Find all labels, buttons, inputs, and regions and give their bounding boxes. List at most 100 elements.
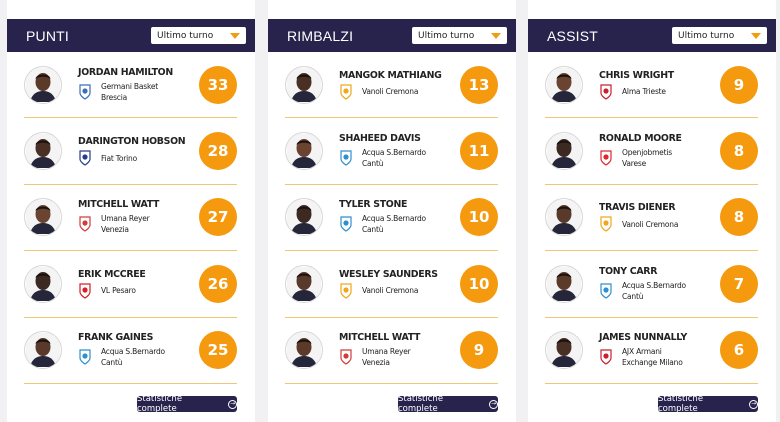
team-name: Umana Reyer Venezia bbox=[101, 214, 150, 235]
club: Alma Trieste bbox=[599, 84, 674, 100]
panel-rimbalzi: RIMBALZI Ultimo turno MANGOK MATHIANG Vanol… bbox=[268, 0, 516, 422]
player-name[interactable]: WESLEY SAUNDERS bbox=[339, 269, 438, 280]
full-stats-label: Statistiche complete bbox=[658, 394, 704, 414]
player-name[interactable]: RONALD MOORE bbox=[599, 133, 682, 144]
leaderboard-list: MANGOK MATHIANG Vanoli Cremona 13 SHAHEED D… bbox=[285, 52, 498, 384]
team-name: Alma Trieste bbox=[622, 87, 666, 97]
round-filter-select[interactable]: Ultimo turno bbox=[672, 27, 767, 44]
full-stats-button[interactable]: Statistiche complete → bbox=[398, 394, 498, 414]
avatar bbox=[285, 264, 323, 303]
list-item[interactable]: MITCHELL WATT Umana Reyer Venezia 9 bbox=[285, 318, 498, 384]
stat-value-badge: 26 bbox=[199, 264, 237, 303]
avatar bbox=[545, 65, 583, 104]
cremona-logo bbox=[599, 216, 613, 233]
player-info: DARINGTON HOBSON Fiat Torino bbox=[78, 136, 186, 166]
player-name[interactable]: CHRIS WRIGHT bbox=[599, 70, 674, 81]
full-stats-label: Statistiche complete bbox=[398, 394, 444, 414]
list-item[interactable]: DARINGTON HOBSON Fiat Torino 28 bbox=[24, 118, 237, 185]
avatar bbox=[285, 65, 323, 104]
player-info: TONY CARR Acqua S.Bernardo Cantù bbox=[599, 266, 686, 302]
club: Vanoli Cremona bbox=[339, 84, 442, 100]
player-name[interactable]: MANGOK MATHIANG bbox=[339, 70, 442, 81]
avatar bbox=[24, 132, 62, 171]
player-name[interactable]: JORDAN HAMILTON bbox=[78, 67, 173, 78]
avatar bbox=[545, 198, 583, 237]
venezia-logo bbox=[339, 349, 353, 365]
player-name[interactable]: TONY CARR bbox=[599, 266, 686, 277]
list-item[interactable]: WESLEY SAUNDERS Vanoli Cremona 10 bbox=[285, 251, 498, 318]
list-item[interactable]: TYLER STONE Acqua S.Bernardo Cantù 10 bbox=[285, 185, 498, 252]
player-info: JAMES NUNNALLY AJX Armani Exchange Milano bbox=[599, 332, 687, 368]
player-name[interactable]: DARINGTON HOBSON bbox=[78, 136, 186, 147]
team-name: Acqua S.Bernardo Cantù bbox=[101, 347, 165, 368]
list-item[interactable]: JAMES NUNNALLY AJX Armani Exchange Milano… bbox=[545, 318, 758, 384]
panel-header: RIMBALZI Ultimo turno bbox=[268, 19, 516, 52]
panel-title: PUNTI bbox=[26, 27, 69, 44]
list-item[interactable]: TRAVIS DIENER Vanoli Cremona 8 bbox=[545, 185, 758, 252]
round-filter-label: Ultimo turno bbox=[678, 30, 735, 41]
stat-value-badge: 25 bbox=[199, 331, 237, 370]
club: Fiat Torino bbox=[78, 150, 185, 166]
arrow-right-icon: → bbox=[749, 399, 758, 409]
stat-value-badge: 28 bbox=[199, 132, 237, 171]
stat-value-badge: 33 bbox=[199, 65, 237, 104]
list-item[interactable]: MANGOK MATHIANG Vanoli Cremona 13 bbox=[285, 52, 498, 119]
list-item[interactable]: JORDAN HAMILTON Germani Basket Brescia 33 bbox=[24, 52, 237, 119]
player-name[interactable]: SHAHEED DAVIS bbox=[339, 133, 426, 144]
stat-value-badge: 10 bbox=[460, 198, 498, 237]
club: Acqua S.Bernardo Cantù bbox=[339, 147, 426, 169]
varese-logo bbox=[599, 150, 613, 166]
player-info: ERIK MCCREE VL Pesaro bbox=[78, 269, 146, 299]
list-item[interactable]: FRANK GAINES Acqua S.Bernardo Cantù 25 bbox=[24, 318, 237, 384]
player-name[interactable]: MITCHELL WATT bbox=[339, 332, 420, 343]
panel-title: RIMBALZI bbox=[287, 27, 354, 44]
list-item[interactable]: ERIK MCCREE VL Pesaro 26 bbox=[24, 251, 237, 318]
team-name: Fiat Torino bbox=[101, 153, 137, 163]
full-stats-button[interactable]: Statistiche complete → bbox=[137, 394, 237, 414]
list-item[interactable]: MITCHELL WATT Umana Reyer Venezia 27 bbox=[24, 185, 237, 252]
list-item[interactable]: RONALD MOORE Openjobmetis Varese 8 bbox=[545, 118, 758, 185]
stat-value-badge: 9 bbox=[720, 65, 758, 104]
player-name[interactable]: TRAVIS DIENER bbox=[599, 202, 678, 213]
player-info: JORDAN HAMILTON Germani Basket Brescia bbox=[78, 67, 173, 103]
round-filter-select[interactable]: Ultimo turno bbox=[151, 27, 246, 44]
list-item[interactable]: CHRIS WRIGHT Alma Trieste 9 bbox=[545, 52, 758, 119]
player-name[interactable]: ERIK MCCREE bbox=[78, 269, 146, 280]
panel-header: ASSIST Ultimo turno bbox=[528, 19, 776, 52]
avatar bbox=[24, 264, 62, 303]
player-info: TRAVIS DIENER Vanoli Cremona bbox=[599, 202, 679, 233]
team-name: Germani Basket Brescia bbox=[101, 81, 158, 102]
player-info: MITCHELL WATT Umana Reyer Venezia bbox=[78, 199, 159, 235]
round-filter-select[interactable]: Ultimo turno bbox=[412, 27, 507, 44]
player-name[interactable]: TYLER STONE bbox=[339, 199, 426, 210]
player-name[interactable]: MITCHELL WATT bbox=[78, 199, 159, 210]
panel-title: ASSIST bbox=[547, 27, 598, 44]
avatar bbox=[24, 331, 62, 370]
player-name[interactable]: JAMES NUNNALLY bbox=[599, 332, 687, 343]
full-stats-label: Statistiche complete bbox=[137, 394, 183, 414]
team-name: VL Pesaro bbox=[101, 286, 136, 296]
avatar bbox=[545, 264, 583, 303]
player-info: MANGOK MATHIANG Vanoli Cremona bbox=[339, 70, 442, 100]
team-name: Openjobmetis Varese bbox=[622, 148, 672, 169]
club: Acqua S.Bernardo Cantù bbox=[599, 280, 686, 302]
player-info: CHRIS WRIGHT Alma Trieste bbox=[599, 70, 674, 100]
cremona-logo bbox=[339, 84, 353, 100]
player-info: TYLER STONE Acqua S.Bernardo Cantù bbox=[339, 199, 426, 235]
avatar bbox=[545, 132, 583, 171]
club: Acqua S.Bernardo Cantù bbox=[339, 213, 426, 235]
full-stats-button[interactable]: Statistiche complete → bbox=[658, 394, 758, 414]
team-name: Vanoli Cremona bbox=[622, 219, 679, 229]
cantu-logo bbox=[78, 349, 92, 365]
pesaro-logo bbox=[78, 283, 92, 299]
player-info: FRANK GAINES Acqua S.Bernardo Cantù bbox=[78, 332, 165, 368]
club: Vanoli Cremona bbox=[599, 216, 679, 233]
list-item[interactable]: SHAHEED DAVIS Acqua S.Bernardo Cantù 11 bbox=[285, 118, 498, 185]
stat-value-badge: 11 bbox=[460, 132, 498, 171]
team-name: Vanoli Cremona bbox=[362, 87, 419, 97]
list-item[interactable]: TONY CARR Acqua S.Bernardo Cantù 7 bbox=[545, 251, 758, 318]
chevron-down-icon bbox=[491, 32, 501, 39]
team-name: Acqua S.Bernardo Cantù bbox=[622, 280, 686, 301]
team-name: Acqua S.Bernardo Cantù bbox=[362, 214, 426, 235]
player-name[interactable]: FRANK GAINES bbox=[78, 332, 165, 343]
